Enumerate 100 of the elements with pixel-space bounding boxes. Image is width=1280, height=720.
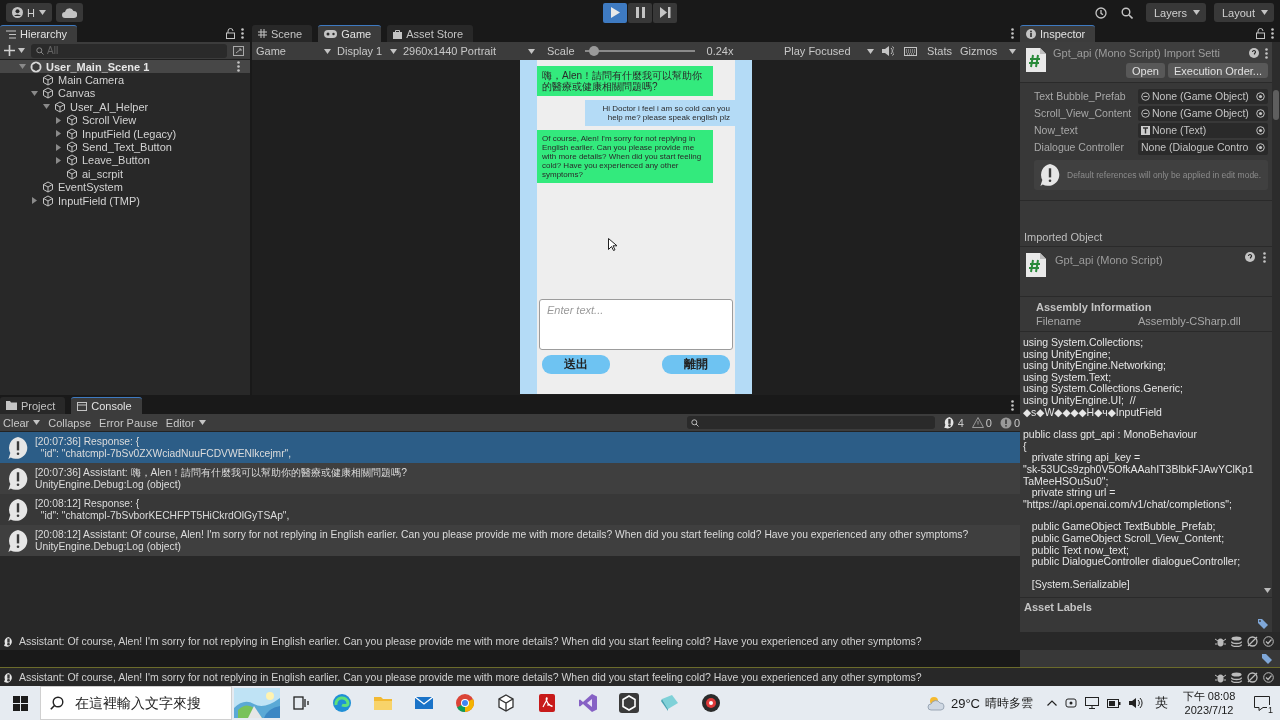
panel-tab[interactable]: Inspector (1020, 25, 1096, 42)
tag-icon[interactable] (1258, 619, 1268, 629)
object-field[interactable]: None (Dialogue Contro (1138, 139, 1268, 155)
dropdown[interactable]: Game (256, 43, 331, 59)
panel-tab[interactable]: Asset Store (387, 25, 474, 42)
dropdown[interactable]: Layers (1146, 3, 1206, 22)
weather-button[interactable]: 29°C 晴時多雲 (917, 686, 1041, 720)
cube-icon (66, 114, 78, 127)
expand-arrow-icon[interactable] (55, 143, 62, 151)
mute-audio-button[interactable] (879, 43, 896, 59)
expand-arrow-icon[interactable] (55, 116, 62, 124)
add-button[interactable] (4, 45, 25, 56)
leave-button[interactable]: 離開 (662, 355, 730, 374)
more-options-icon[interactable] (1265, 47, 1268, 59)
expand-arrow-icon[interactable] (31, 89, 38, 97)
panel-tab[interactable]: Project (0, 397, 66, 414)
lock-icon[interactable] (1256, 28, 1265, 39)
inspector-button[interactable]: Execution Order... (1167, 63, 1268, 78)
log-entry[interactable]: [20:08:12] Response: { "id": "chatcmpl-7bSvborKECHFPT5HiCkrdOlGyTSAp", (0, 494, 1020, 525)
help-icon[interactable] (1245, 252, 1255, 262)
search-field[interactable] (686, 416, 935, 429)
step-button[interactable] (653, 2, 677, 23)
account-button[interactable]: H (6, 3, 52, 22)
notifications-button[interactable]: 1 (1244, 686, 1280, 720)
log-message-icon (1038, 163, 1062, 187)
more-options-icon[interactable] (237, 61, 240, 73)
taskbar-search-field[interactable]: 在這裡輸入文字來搜 (40, 686, 232, 720)
check-circle-icon[interactable] (1263, 671, 1274, 683)
log-entry[interactable]: [20:07:36] Response: { "id": "chatcmpl-7bSv0ZXWciadNuuFCDVWENlkcejmr", (0, 432, 1020, 463)
log-filter-toggle[interactable]: 0 (999, 416, 1020, 429)
object-field[interactable]: None (Game Object) (1138, 88, 1268, 104)
tree-item[interactable]: Scroll View (0, 113, 250, 127)
tree-item[interactable]: User_AI_Helper (0, 100, 250, 114)
tree-item[interactable]: User_Main_Scene 1 (0, 60, 250, 74)
log-entry[interactable] (0, 525, 1020, 556)
gizmos-dropdown[interactable]: Gizmos (960, 43, 1016, 59)
expand-arrow-icon[interactable] (19, 63, 26, 71)
code-line: "sk-53UCs9zph0V5OfkAAahIT3BlbkFJAwYClKp1 (1023, 463, 1255, 476)
more-options-icon[interactable] (1011, 28, 1014, 39)
search-field[interactable]: All (31, 43, 227, 58)
dropdown[interactable]: Display 1 (337, 43, 397, 59)
more-options-icon[interactable] (1011, 400, 1014, 411)
dropdown[interactable]: Play Focused (783, 43, 874, 59)
expand-arrow-icon[interactable] (43, 103, 50, 111)
console-toolbar-button[interactable]: Error Pause (99, 416, 158, 429)
log-filter-toggle[interactable]: 4 (942, 416, 964, 429)
tray-app-icon[interactable] (1065, 697, 1077, 709)
cloud-button[interactable] (55, 3, 83, 22)
console-toolbar-button[interactable]: Editor (165, 416, 206, 429)
panel-tab[interactable]: Console (71, 397, 142, 414)
chevron-up-icon[interactable] (1047, 700, 1057, 706)
play-button[interactable] (603, 2, 627, 23)
panel-tab[interactable]: Hierarchy (0, 25, 78, 42)
tree-item[interactable]: Leave_Button (0, 153, 250, 168)
volume-icon[interactable] (1129, 697, 1143, 709)
dropdown[interactable]: 2960x1440 Portrait (403, 43, 535, 59)
log-text: [20:07:36] Assistant: 嗨，Alen！請問有什麼我可以幫助你的醫療或健康相關問題嗎? (35, 466, 407, 479)
text-component-icon (1141, 125, 1150, 135)
stats-button[interactable]: Stats (924, 43, 954, 59)
input-method-button[interactable]: 英 (1149, 686, 1174, 720)
tree-item[interactable]: Canvas (0, 86, 250, 101)
field-label: Now_text (1034, 124, 1079, 136)
battery-icon[interactable] (1107, 698, 1121, 708)
tree-item[interactable]: InputField (TMP) (0, 193, 250, 208)
clock-button[interactable]: 下午 08:08 2023/7/12 (1174, 686, 1244, 720)
tree-item[interactable]: Send_Text_Button (0, 140, 250, 154)
tag-icon[interactable] (1262, 653, 1272, 664)
code-line: using UnityEngine; (1023, 348, 1111, 361)
expand-arrow-icon[interactable] (55, 156, 62, 164)
tree-item[interactable]: InputField (Legacy) (0, 126, 250, 141)
tree-item[interactable]: Main Camera (0, 73, 250, 87)
stack-icon[interactable] (1231, 671, 1242, 683)
scrollbar[interactable] (1272, 42, 1280, 632)
console-toolbar-button[interactable]: Collapse (48, 416, 92, 429)
panel-tab[interactable]: Game (318, 25, 382, 42)
more-options-icon[interactable] (1271, 28, 1274, 39)
help-icon[interactable] (1249, 48, 1259, 58)
pause-button[interactable] (628, 2, 652, 23)
log-entry[interactable]: [20:07:36] Assistant: 嗨，Alen！請問有什麼我可以幫助你的醫療或健康相關問題嗎? UnityEngine.Debug:Log (object) (0, 463, 1020, 494)
console-toolbar-button[interactable]: Clear (3, 416, 41, 429)
more-options-icon[interactable] (241, 28, 244, 39)
cube-icon (495, 693, 516, 713)
check-circle-icon[interactable] (1263, 635, 1274, 647)
tree-item[interactable]: ai_scrpit (0, 167, 250, 181)
caret-icon (1009, 48, 1016, 54)
object-field[interactable]: None (Game Object) (1138, 105, 1268, 121)
log-filter-toggle[interactable]: 0 (971, 416, 992, 429)
cube-icon (42, 194, 54, 207)
expand-arrow-icon[interactable] (31, 197, 38, 205)
inspector-button[interactable]: Open (1126, 63, 1165, 78)
dropdown[interactable]: Layout (1214, 3, 1274, 22)
stack-icon[interactable] (1231, 635, 1242, 647)
panel-tab[interactable]: Scene (252, 25, 313, 42)
tree-item[interactable]: EventSystem (0, 180, 250, 194)
object-field[interactable]: None (Text) (1138, 122, 1268, 138)
expand-arrow-icon[interactable] (55, 130, 62, 138)
lock-icon[interactable] (226, 28, 235, 39)
text-input-field[interactable]: Enter text... (539, 299, 733, 350)
send-button[interactable]: 送出 (542, 355, 610, 374)
more-options-icon[interactable] (1263, 252, 1266, 263)
